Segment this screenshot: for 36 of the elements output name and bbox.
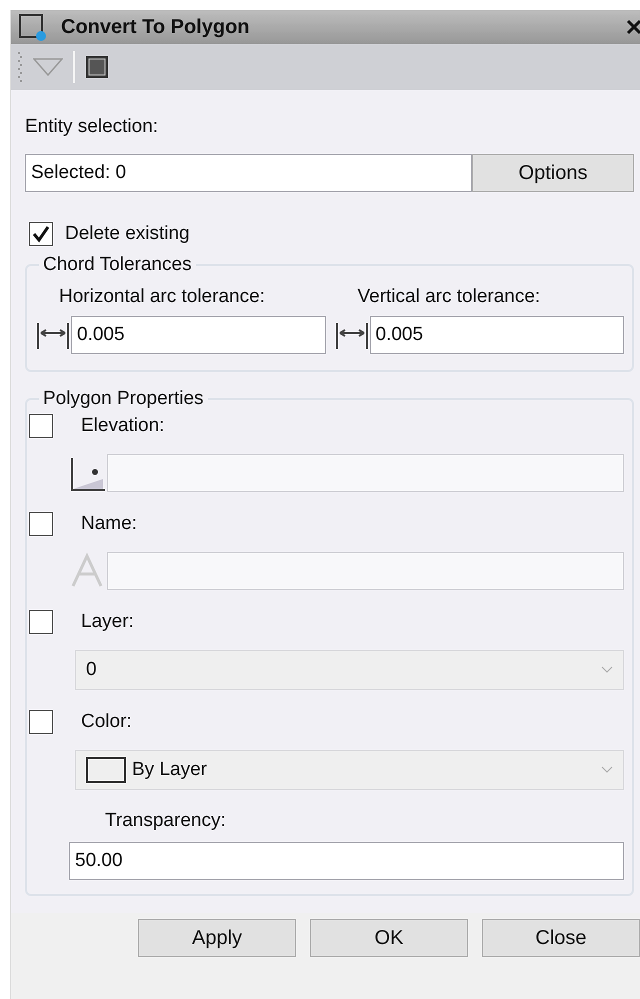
dialog-button[interactable]: Apply [138, 919, 296, 957]
text-field[interactable] [107, 454, 624, 492]
window-title: Convert To Polygon [61, 16, 251, 38]
group-title: Chord Tolerances [42, 254, 193, 276]
checkbox[interactable] [29, 414, 53, 438]
group-title: Polygon Properties [42, 388, 205, 410]
checkbox[interactable] [29, 710, 53, 734]
field-label: Layer: [81, 611, 134, 633]
close-icon[interactable] [626, 19, 640, 35]
field-label: Entity selection: [25, 116, 160, 138]
options-button[interactable]: Options [472, 154, 634, 192]
tolerance-field[interactable]: 0.005 [71, 316, 326, 354]
chevron-icon [601, 666, 613, 674]
terminal-icon[interactable] [85, 55, 109, 79]
tolerance-field[interactable]: 0.005 [370, 316, 624, 354]
field-label: Horizontal arc tolerance: [59, 286, 266, 308]
checkbox[interactable] [29, 610, 53, 634]
transparency-field[interactable]: 50.00 [69, 842, 624, 880]
text-field[interactable] [107, 552, 624, 590]
selection-field[interactable]: Selected: 0 [25, 154, 472, 192]
field-label: Name: [81, 513, 137, 535]
checkbox[interactable] [29, 222, 53, 246]
polygon-icon [17, 12, 47, 42]
dropdown[interactable]: By Layer [75, 750, 624, 790]
dropdown[interactable]: 0 [75, 650, 624, 690]
chevron-icon [601, 766, 613, 774]
color-swatch [86, 757, 126, 783]
dialog-button[interactable]: Close [482, 919, 640, 957]
checkbox[interactable] [29, 512, 53, 536]
grip-icon [17, 50, 23, 84]
field-label: Color: [81, 711, 132, 733]
field-label: Transparency: [105, 810, 227, 832]
field-label: Vertical arc tolerance: [358, 286, 542, 308]
field-label: Elevation: [81, 415, 164, 437]
checkbox-label: Delete existing [65, 223, 190, 245]
dialog-button[interactable]: OK [310, 919, 468, 957]
